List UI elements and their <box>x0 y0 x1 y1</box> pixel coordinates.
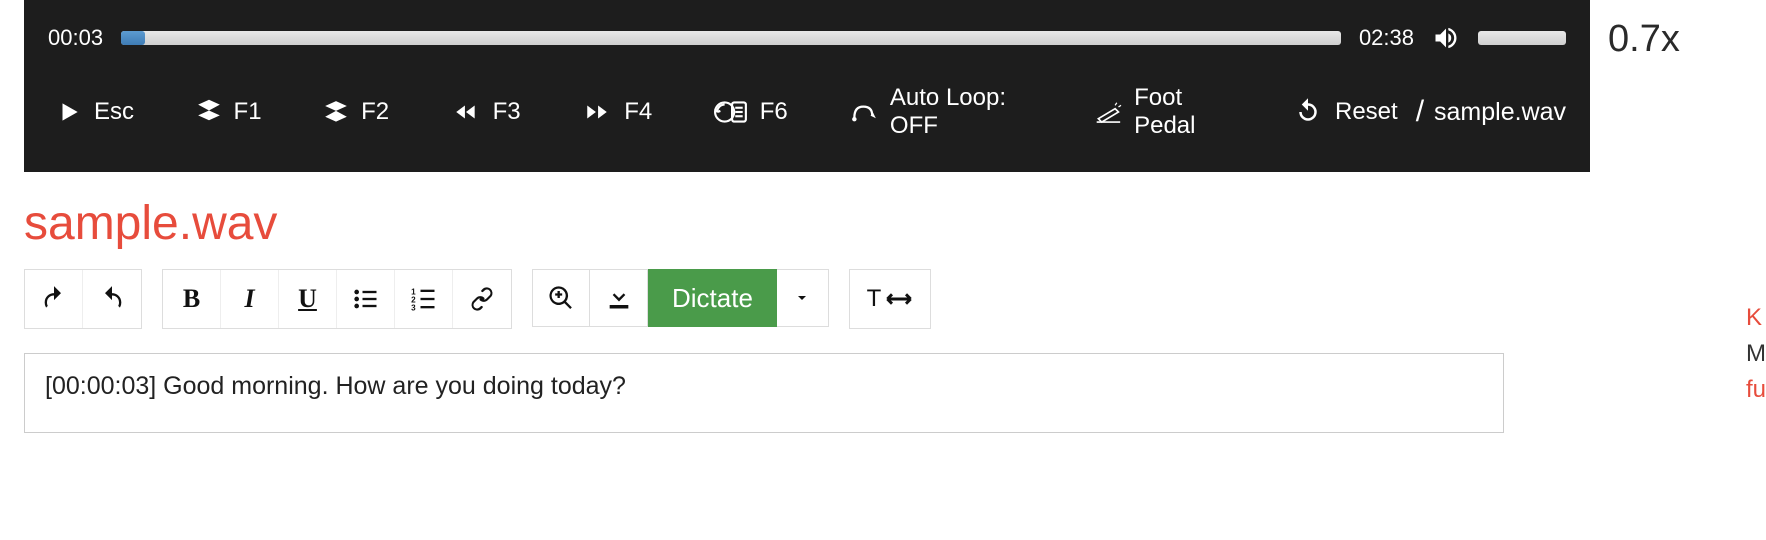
svg-text:3: 3 <box>411 304 416 313</box>
side-line2: M <box>1746 336 1766 372</box>
side-line3: fu <box>1746 372 1766 408</box>
reset-button[interactable]: Reset <box>1285 93 1406 131</box>
rewind-button[interactable]: F3 <box>443 94 529 130</box>
bold-button[interactable]: B <box>163 270 221 328</box>
slash-icon: / <box>1416 95 1424 129</box>
download-button[interactable] <box>590 269 648 327</box>
undo-button[interactable] <box>25 270 83 328</box>
speed-down-button[interactable]: F1 <box>188 94 270 130</box>
volume-slider[interactable] <box>1478 31 1566 45</box>
timestamp-key-label: F6 <box>760 98 788 126</box>
italic-button[interactable]: I <box>221 270 279 328</box>
rewind-key-label: F3 <box>493 98 521 126</box>
audio-player: 00:03 02:38 Esc F1 F2 <box>24 0 1590 172</box>
numbered-list-button[interactable]: 123 <box>395 270 453 328</box>
text-width-button[interactable]: T <box>850 270 930 328</box>
dictate-button[interactable]: Dictate <box>648 269 777 327</box>
transcript-editor[interactable]: [00:00:03] Good morning. How are you doi… <box>24 353 1504 433</box>
side-panel-cut: K M fu <box>1746 300 1766 408</box>
playback-speed[interactable]: 0.7x <box>1590 0 1680 61</box>
editor-toolbar: B I U 123 Dictate T <box>24 269 1766 329</box>
play-key-label: Esc <box>94 98 134 126</box>
forward-button[interactable]: F4 <box>574 94 660 130</box>
current-file-label: sample.wav <box>1434 98 1566 127</box>
speed-up-button[interactable]: F2 <box>315 94 397 130</box>
play-button[interactable]: Esc <box>48 94 142 130</box>
reset-label: Reset <box>1335 98 1398 126</box>
speed-up-key-label: F2 <box>361 98 389 126</box>
autoloop-label: Auto Loop: OFF <box>890 84 1034 140</box>
current-file: / sample.wav <box>1416 95 1566 129</box>
zoom-in-button[interactable] <box>532 269 590 327</box>
volume-icon[interactable] <box>1432 24 1460 52</box>
redo-button[interactable] <box>83 270 141 328</box>
footpedal-button[interactable]: Foot Pedal <box>1087 80 1239 144</box>
progress-slider[interactable] <box>121 31 1341 45</box>
total-time: 02:38 <box>1359 25 1414 51</box>
bullet-list-button[interactable] <box>337 270 395 328</box>
current-time: 00:03 <box>48 25 103 51</box>
underline-button[interactable]: U <box>279 270 337 328</box>
forward-key-label: F4 <box>624 98 652 126</box>
speed-down-key-label: F1 <box>234 98 262 126</box>
autoloop-button[interactable]: Auto Loop: OFF <box>841 80 1041 144</box>
insert-timestamp-button[interactable]: F6 <box>706 93 796 131</box>
side-line1: K <box>1746 300 1766 336</box>
document-title: sample.wav <box>24 196 1766 251</box>
dictate-dropdown-button[interactable] <box>777 269 829 327</box>
footpedal-label: Foot Pedal <box>1134 84 1231 140</box>
link-button[interactable] <box>453 270 511 328</box>
